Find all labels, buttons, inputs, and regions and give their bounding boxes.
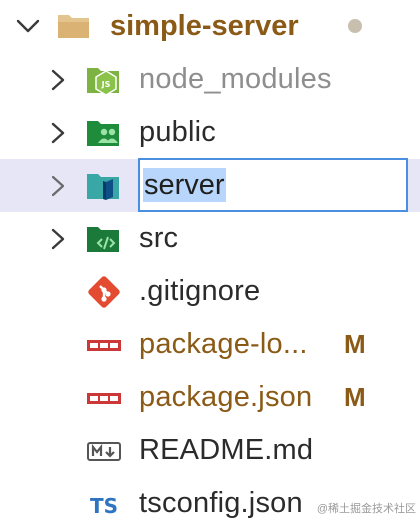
tree-item-label: package-lo... [139,328,308,360]
svg-text:JS: JS [101,80,111,89]
root-folder-row[interactable]: simple-server [0,0,420,53]
chevron-right-icon[interactable] [44,67,70,93]
markdown-icon [87,442,121,461]
tree-item-public[interactable]: public [0,106,420,159]
tree-item-node-modules[interactable]: JS node_modules [0,53,420,106]
root-folder-label: simple-server [110,10,299,42]
chevron-right-icon[interactable] [44,226,70,252]
tree-item-label: node_modules [139,63,332,95]
chevron-right-icon[interactable] [44,173,70,199]
file-explorer-tree: simple-server JS node_modules public ser… [0,0,420,522]
unsaved-changes-dot [348,19,362,33]
folder-public-icon [87,121,119,146]
tree-item-package-json[interactable]: package.json M [0,371,420,424]
watermark-text: @稀土掘金技术社区 [316,503,416,515]
tree-item-readme[interactable]: README.md [0,424,420,477]
git-modified-badge: M [344,382,366,412]
chevron-right-icon[interactable] [44,120,70,146]
git-modified-badge: M [344,329,366,359]
tree-item-label: package.json [139,381,313,413]
tree-item-src[interactable]: src [0,212,420,265]
npm-icon [87,340,121,351]
tree-item-label: README.md [139,434,314,466]
chevron-down-icon[interactable] [14,12,42,40]
typescript-icon: TS [90,494,118,518]
tree-item-package-lock[interactable]: package-lo... M [0,318,420,371]
rename-input[interactable]: server [138,158,408,212]
folder-src-icon [87,227,119,252]
svg-text:TS: TS [90,494,118,518]
npm-icon [87,393,121,404]
rename-input-selection[interactable]: server [143,168,226,202]
tree-item-label: tsconfig.json [139,487,303,519]
tree-item-gitignore[interactable]: .gitignore [0,265,420,318]
tree-item-label: src [139,222,179,254]
folder-node-icon: JS [87,68,119,96]
folder-server-icon [87,174,119,200]
tree-item-label: .gitignore [139,275,261,307]
tree-item-label: public [139,116,216,148]
git-icon [88,276,120,308]
folder-open-icon [58,15,89,38]
